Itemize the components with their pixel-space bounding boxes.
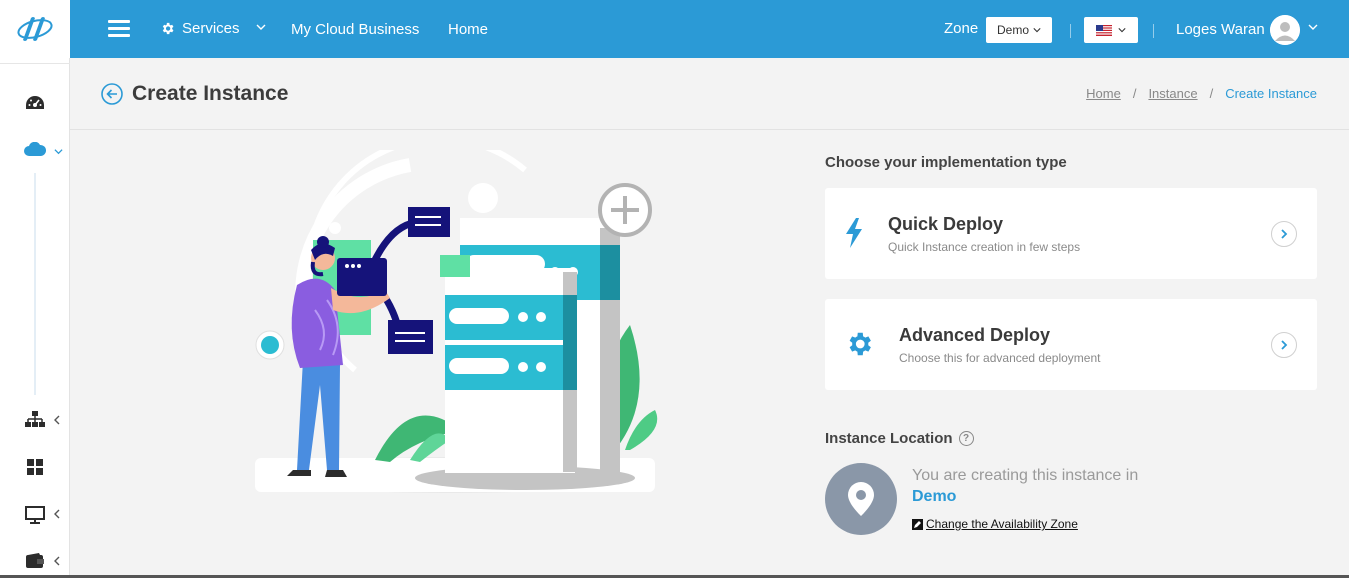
breadcrumb: Home / Instance / Create Instance [1086, 86, 1317, 101]
chevron-down-icon[interactable] [1308, 22, 1318, 32]
chevron-left-icon[interactable] [53, 415, 61, 425]
back-arrow-icon[interactable] [101, 83, 123, 105]
advanced-deploy-arrow-button[interactable] [1271, 332, 1297, 358]
map-pin-icon [848, 482, 874, 516]
page-title: Create Instance [132, 82, 289, 105]
cloud-icon[interactable] [24, 142, 46, 156]
services-menu[interactable]: Services [160, 20, 240, 37]
gear-icon [162, 22, 174, 35]
sidebar [0, 58, 70, 578]
advanced-deploy-subtitle: Choose this for advanced deployment [899, 351, 1101, 365]
grid-icon[interactable] [27, 459, 43, 475]
services-label: Services [182, 20, 240, 37]
instance-location-heading: Instance Location ? [825, 430, 974, 447]
breadcrumb-current: Create Instance [1225, 86, 1317, 101]
user-icon [1270, 15, 1300, 45]
menu-toggle-button[interactable] [108, 20, 130, 38]
breadcrumb-separator: / [1132, 86, 1137, 101]
advanced-deploy-card[interactable]: Advanced Deploy Choose this for advanced… [825, 299, 1317, 390]
divider [0, 63, 70, 64]
nav-my-cloud-business[interactable]: My Cloud Business [291, 21, 419, 38]
language-select[interactable] [1084, 17, 1138, 43]
zone-select[interactable]: Demo [986, 17, 1052, 43]
instance-location-label: Instance Location [825, 430, 953, 447]
wallet-icon[interactable] [26, 553, 44, 569]
brand-logo[interactable] [0, 0, 70, 58]
divider [1070, 24, 1071, 38]
chevron-left-icon[interactable] [53, 556, 61, 566]
chevron-right-icon [1281, 229, 1288, 239]
breadcrumb-separator: / [1209, 86, 1214, 101]
change-zone-link[interactable]: Change the Availability Zone [912, 517, 1078, 531]
gear-icon [849, 332, 871, 356]
divider [34, 173, 36, 395]
quick-deploy-subtitle: Quick Instance creation in few steps [888, 240, 1081, 254]
chevron-down-icon[interactable] [54, 147, 63, 156]
network-icon[interactable] [25, 411, 45, 429]
user-name[interactable]: Loges Waran [1176, 21, 1265, 38]
breadcrumb-instance[interactable]: Instance [1148, 86, 1197, 101]
quick-deploy-card[interactable]: Quick Deploy Quick Instance creation in … [825, 188, 1317, 279]
quick-deploy-arrow-button[interactable] [1271, 221, 1297, 247]
divider [1153, 24, 1154, 38]
top-navbar: Services My Cloud Business Home Zone Dem… [0, 0, 1349, 58]
monitor-icon[interactable] [25, 506, 45, 524]
implementation-heading: Choose your implementation type [825, 154, 1067, 171]
help-icon[interactable]: ? [958, 431, 974, 446]
zone-select-value: Demo [996, 23, 1029, 37]
chevron-left-icon[interactable] [53, 509, 61, 519]
chevron-down-icon [1033, 28, 1041, 33]
user-avatar[interactable] [1270, 15, 1300, 45]
location-description: You are creating this instance in [912, 467, 1139, 484]
lightning-icon [846, 218, 862, 248]
advanced-deploy-title: Advanced Deploy [899, 325, 1051, 345]
nav-home[interactable]: Home [448, 21, 488, 38]
change-zone-label: Change the Availability Zone [926, 517, 1078, 531]
cloud-server-illustration [255, 150, 658, 493]
quick-deploy-title: Quick Deploy [888, 214, 1004, 234]
chevron-down-icon[interactable] [256, 22, 266, 32]
chevron-right-icon [1281, 340, 1288, 350]
chevron-down-icon [1118, 28, 1126, 33]
breadcrumb-home[interactable]: Home [1086, 86, 1121, 101]
location-pin-badge [825, 463, 897, 535]
edit-icon [912, 518, 923, 530]
zone-label: Zone [944, 20, 979, 37]
us-flag-icon [1096, 24, 1112, 36]
location-zone: Demo [912, 488, 957, 505]
dashboard-icon[interactable] [25, 95, 45, 111]
logo-icon [17, 17, 53, 41]
